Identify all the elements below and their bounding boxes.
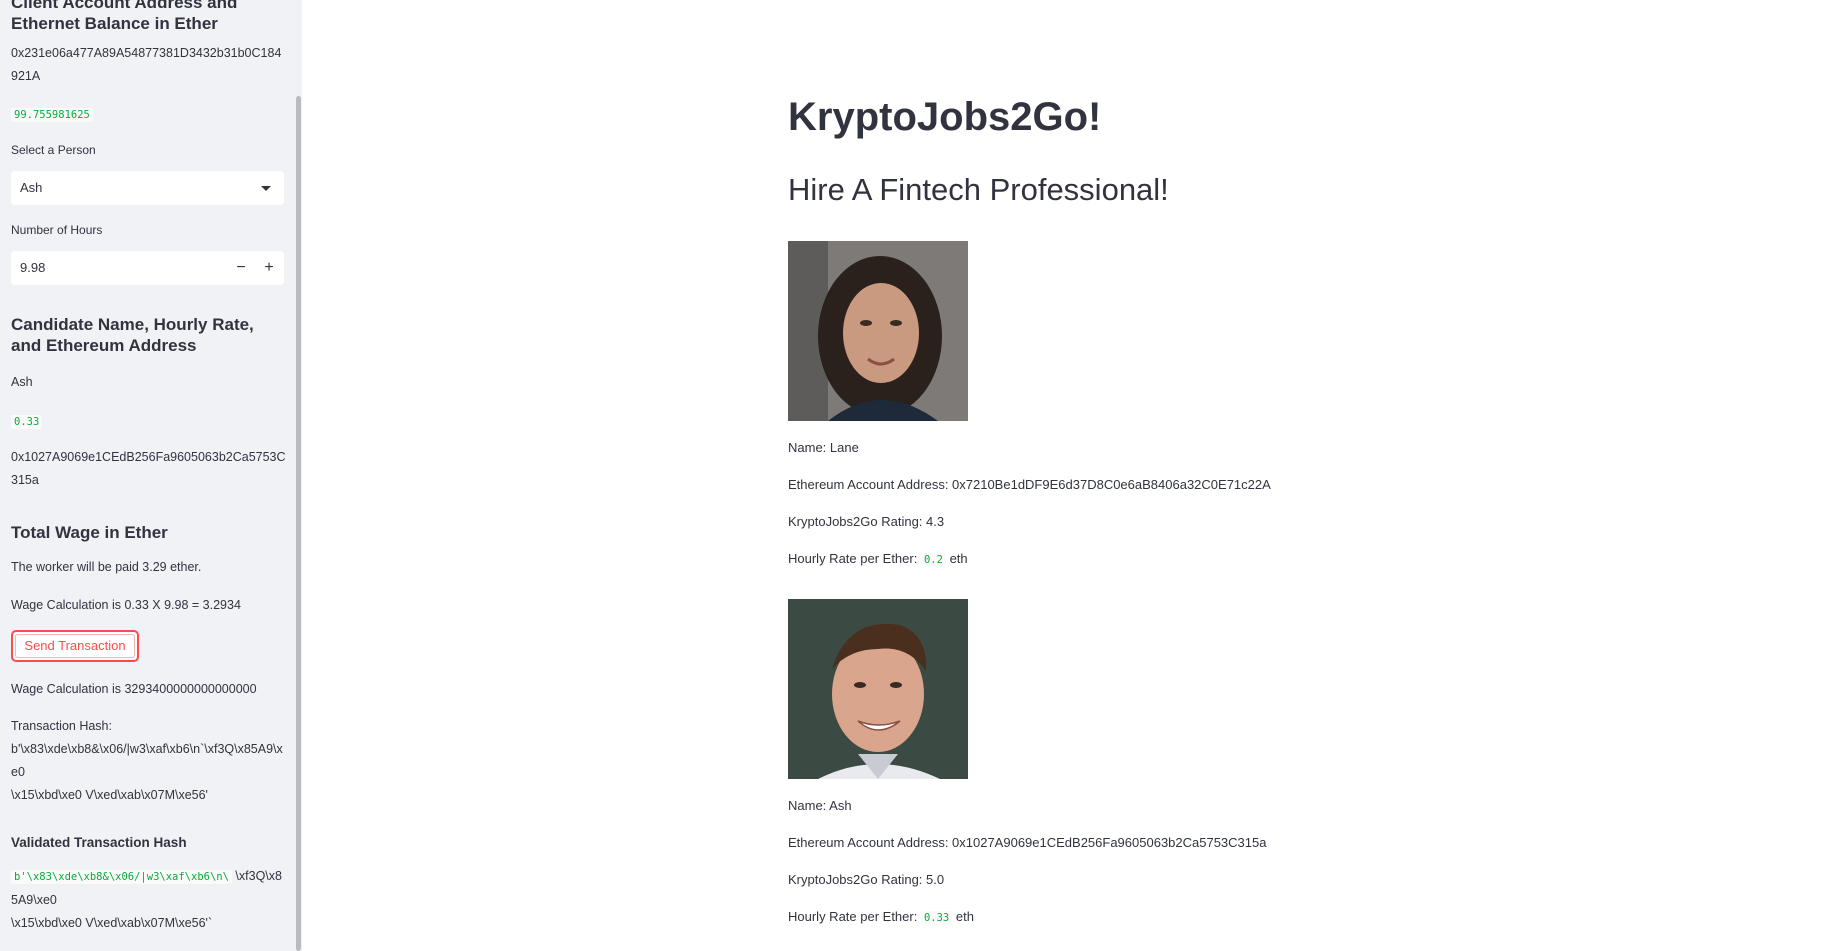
sidebar: Client Account Address and Ethernet Bala… [0, 0, 302, 951]
candidate-photo-ash [788, 599, 968, 779]
rate-value: 0.33 [920, 911, 953, 925]
client-balance: 99.755981625 [11, 108, 93, 122]
wage-calculation-wei: Wage Calculation is 3293400000000000000 [11, 682, 257, 696]
send-transaction-button[interactable]: Send Transaction [11, 630, 139, 662]
client-account-header: Client Account Address and Ethernet Bala… [11, 0, 238, 33]
select-person-dropdown[interactable]: Ash [11, 171, 284, 205]
candidate-rating-line: KryptoJobs2Go Rating: 5.0 [788, 872, 945, 887]
candidate-rate-wrapper: 0.33 [11, 410, 287, 434]
hours-label: Number of Hours [11, 223, 103, 237]
rate-label: Hourly Rate per Ether: [788, 909, 918, 924]
page-title: KryptoJobs2Go! [788, 95, 1102, 139]
chevron-down-icon [261, 186, 271, 191]
candidate-rate-line: Hourly Rate per Ether: 0.2 eth [788, 551, 968, 567]
send-button-focus-ring [15, 634, 135, 658]
candidate-photo-lane [788, 241, 968, 421]
rate-unit: eth [949, 551, 968, 566]
rate-value: 0.2 [920, 553, 946, 567]
candidate-name-line: Name: Lane [788, 440, 859, 455]
wage-calculation-text: Wage Calculation is 0.33 X 9.98 = 3.2934 [11, 598, 241, 612]
total-wage-header: Total Wage in Ether [11, 523, 168, 542]
man-portrait-icon [788, 599, 968, 779]
rate-unit: eth [955, 909, 974, 924]
client-balance-wrapper: 99.755981625 [11, 103, 287, 127]
candidate-rate: 0.33 [11, 415, 43, 429]
validated-hash-text: b'\x83\xde\xb8&\x06/|w3\xaf\xb6\n\ \xf3Q… [11, 865, 287, 935]
transaction-hash-label: Transaction Hash: [11, 719, 112, 733]
woman-portrait-icon [788, 241, 968, 421]
validated-hash-header: Validated Transaction Hash [11, 835, 187, 850]
minus-icon[interactable]: − [230, 257, 252, 279]
candidate-header: Candidate Name, Hourly Rate, and Ethereu… [11, 315, 254, 355]
candidate-address: 0x1027A9069e1CEdB256Fa9605063b2Ca5753C31… [11, 450, 286, 487]
select-person-value: Ash [20, 180, 43, 195]
candidate-rating-line: KryptoJobs2Go Rating: 4.3 [788, 514, 945, 529]
candidate-address-line: Ethereum Account Address: 0x7210Be1dDF9E… [788, 477, 1271, 492]
hours-value[interactable]: 9.98 [20, 260, 45, 275]
candidate-name: Ash [11, 375, 33, 389]
candidate-address-line: Ethereum Account Address: 0x1027A9069e1C… [788, 835, 1267, 850]
candidate-name-line: Name: Ash [788, 798, 852, 813]
sidebar-scrollbar[interactable] [296, 96, 301, 951]
client-address: 0x231e06a477A89A54877381D3432b31b0C18492… [11, 46, 282, 83]
validated-hash-code: b'\x83\xde\xb8&\x06/|w3\xaf\xb6\n\ [11, 870, 232, 884]
candidate-rate-line: Hourly Rate per Ether: 0.33 eth [788, 909, 974, 925]
rate-label: Hourly Rate per Ether: [788, 551, 918, 566]
plus-icon[interactable]: + [258, 257, 280, 279]
hours-number-input[interactable]: 9.98 − + [11, 251, 284, 285]
wage-paid-text: The worker will be paid 3.29 ether. [11, 560, 202, 574]
select-person-label: Select a Person [11, 143, 96, 157]
transaction-hash-value: b'\x83\xde\xb8&\x06/|w3\xaf\xb6\n`\xf3Q\… [11, 742, 283, 802]
main-content: KryptoJobs2Go! Hire A Fintech Profession… [302, 0, 1836, 951]
page-subtitle: Hire A Fintech Professional! [788, 172, 1169, 207]
